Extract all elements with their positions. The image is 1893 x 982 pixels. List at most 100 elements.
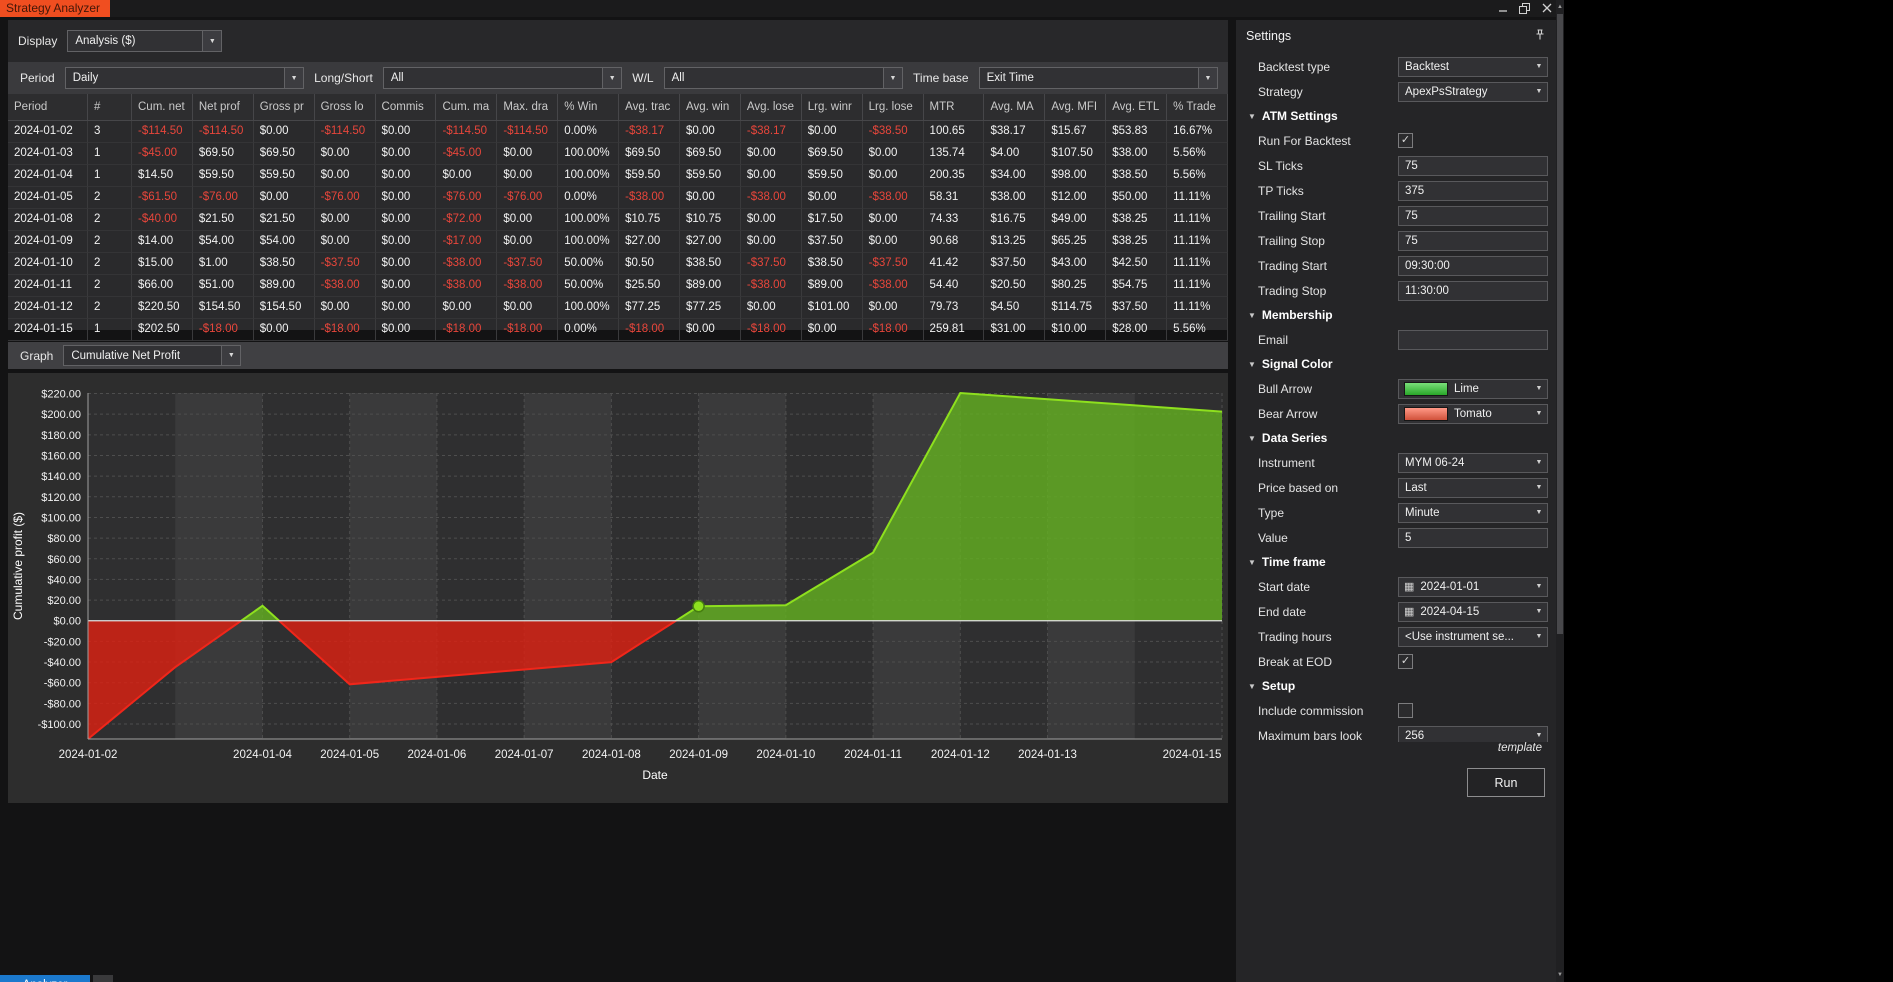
table-cell: $31.00 [984, 319, 1046, 341]
setting-label: Bear Arrow [1258, 406, 1318, 421]
minimize-button[interactable] [1496, 2, 1509, 14]
add-tab-button[interactable]: + [93, 975, 113, 982]
column-header-gross-pr[interactable]: Gross pr [253, 94, 315, 121]
table-cell: 100.00% [558, 143, 620, 165]
tab-analyzer[interactable]: Analyzer [0, 975, 90, 982]
trailing-stop-input[interactable] [1398, 230, 1548, 251]
column-header-max-dra[interactable]: Max. dra [497, 94, 559, 121]
section-setup[interactable]: ▼ Setup [1236, 674, 1556, 698]
table-row[interactable]: 2024-01-15 1 $202.50 -$18.00 $0.00 -$18.00 $0.… [8, 319, 1228, 341]
table-row[interactable]: 2024-01-03 1 -$45.00 $69.50 $69.50 $0.00 $0.00… [8, 143, 1228, 165]
section-data-series[interactable]: ▼ Data Series [1236, 426, 1556, 450]
table-row[interactable]: 2024-01-11 2 $66.00 $51.00 $89.00 -$38.00 $0.0… [8, 275, 1228, 297]
table-cell: 50.00% [558, 275, 620, 297]
run-for-backtest-checkbox[interactable]: ✓ [1398, 133, 1413, 148]
column-header-avg-mfi[interactable]: Avg. MFI [1045, 94, 1107, 121]
table-row[interactable]: 2024-01-12 2 $220.50 $154.50 $154.50 $0.00 $0.… [8, 297, 1228, 319]
graph-select[interactable]: Cumulative Net Profit ▼ [63, 345, 242, 366]
table-row[interactable]: 2024-01-09 2 $14.00 $54.00 $54.00 $0.00 $0.00-… [8, 231, 1228, 253]
run-button[interactable]: Run [1467, 768, 1545, 797]
table-cell: $69.50 [253, 143, 315, 165]
column-header-period[interactable]: Period [8, 94, 88, 121]
table-row[interactable]: 2024-01-10 2 $15.00 $1.00 $38.50 -$37.50 $0.00… [8, 253, 1228, 275]
table-row[interactable]: 2024-01-04 1 $14.50 $59.50 $59.50 $0.00 $0.00 $… [8, 165, 1228, 187]
type-select[interactable]: Minute ▼ [1398, 502, 1548, 523]
include-commission-checkbox[interactable] [1398, 703, 1413, 718]
display-select[interactable]: Analysis ($) ▼ [67, 30, 223, 52]
table-cell: 74.33 [923, 209, 985, 231]
column-header-avg-trac[interactable]: Avg. trac [619, 94, 680, 121]
table-cell: $80.25 [1045, 275, 1107, 297]
window-title-tab[interactable]: Strategy Analyzer [0, 0, 111, 17]
restore-button[interactable] [1518, 2, 1531, 14]
table-cell: $27.00 [619, 231, 680, 253]
column-header-avg-etl[interactable]: Avg. ETL [1106, 94, 1168, 121]
table-cell: 16.67% [1167, 121, 1228, 143]
period-select[interactable]: Daily ▼ [64, 67, 305, 89]
column-header-avg-win[interactable]: Avg. win [680, 94, 741, 121]
chevron-down-icon: ▼ [1535, 459, 1543, 466]
column-header-gross-lo[interactable]: Gross lo [314, 94, 376, 121]
backtest-type-select[interactable]: Backtest ▼ [1398, 56, 1548, 77]
column-header-lrg-lose[interactable]: Lrg. lose [862, 94, 924, 121]
close-button[interactable] [1540, 2, 1553, 14]
column-header-avg-ma[interactable]: Avg. MA [984, 94, 1046, 121]
section-time-frame[interactable]: ▼ Time frame [1236, 550, 1556, 574]
time-base-select[interactable]: Exit Time ▼ [978, 67, 1219, 89]
value-input[interactable] [1398, 527, 1548, 548]
settings-scrollbar[interactable]: ▲ ▼ [1556, 0, 1564, 982]
maximum-bars-look-select[interactable]: 256 ▼ [1398, 725, 1548, 742]
scrollbar-thumb[interactable] [1557, 14, 1563, 634]
price-based-on-select[interactable]: Last ▼ [1398, 477, 1548, 498]
pin-button[interactable] [1534, 29, 1546, 44]
bear-arrow-select[interactable]: Tomato ▼ [1398, 403, 1548, 424]
trading-start-input[interactable] [1398, 255, 1548, 276]
column-header-[interactable]: # [88, 94, 132, 121]
tp-ticks-input[interactable] [1398, 180, 1548, 201]
column-header-win[interactable]: % Win [558, 94, 620, 121]
section-membership[interactable]: ▼ Membership [1236, 303, 1556, 327]
start-date-select[interactable]: ▦ 2024-01-01 ▼ [1398, 576, 1548, 597]
section-atm-settings[interactable]: ▼ ATM Settings [1236, 104, 1556, 128]
column-header-trade[interactable]: % Trade [1167, 94, 1228, 121]
trailing-start-input[interactable] [1398, 205, 1548, 226]
svg-text:Cumulative profit ($): Cumulative profit ($) [11, 512, 25, 620]
instrument-select[interactable]: MYM 06-24 ▼ [1398, 452, 1548, 473]
trading-hours-select[interactable]: <Use instrument se... ▼ [1398, 626, 1548, 647]
table-row[interactable]: 2024-01-05 2 -$61.50 -$76.00 $0.00 -$76.00 $0.… [8, 187, 1228, 209]
trading-stop-input[interactable] [1398, 280, 1548, 301]
table-row[interactable]: 2024-01-08 2 -$40.00 $21.50 $21.50 $0.00 $0.00… [8, 209, 1228, 231]
table-cell: $4.50 [984, 297, 1046, 319]
wl-select[interactable]: All ▼ [663, 67, 904, 89]
analysis-table: Period # Cum. net Net prof Gross pr Gross lo C… [8, 94, 1228, 341]
table-cell: 100.00% [558, 165, 620, 187]
section-signal-color[interactable]: ▼ Signal Color [1236, 352, 1556, 376]
column-header-commis[interactable]: Commis [375, 94, 437, 121]
column-header-lrg-winr[interactable]: Lrg. winr [801, 94, 863, 121]
bull-arrow-select[interactable]: Lime ▼ [1398, 378, 1548, 399]
column-header-mtr[interactable]: MTR [923, 94, 985, 121]
scroll-up-arrow-icon[interactable]: ▲ [1556, 1, 1564, 13]
end-date-select[interactable]: ▦ 2024-04-15 ▼ [1398, 601, 1548, 622]
chevron-down-icon: ▼ [1198, 68, 1218, 88]
table-cell: 200.35 [923, 165, 985, 187]
table-cell: -$38.00 [740, 275, 802, 297]
restore-icon [1519, 2, 1530, 14]
chevron-down-icon: ▼ [1535, 410, 1543, 417]
strategy-analyzer-window: Strategy Analyzer Display Analysis ($) ▼ [0, 0, 1564, 982]
sl-ticks-input[interactable] [1398, 155, 1548, 176]
setting-row-price-based-on: Price based on Last ▼ [1236, 475, 1556, 500]
table-cell: 2024-01-11 [8, 275, 88, 297]
column-header-cum-net[interactable]: Cum. net [132, 94, 193, 121]
column-header-avg-lose[interactable]: Avg. lose [740, 94, 802, 121]
long-short-select[interactable]: All ▼ [382, 67, 623, 89]
analysis-panel: Display Analysis ($) ▼ Period Daily ▼ Lo… [8, 20, 1228, 341]
break-at-eod-checkbox[interactable]: ✓ [1398, 654, 1413, 669]
scroll-down-arrow-icon[interactable]: ▼ [1556, 969, 1564, 981]
email-input[interactable] [1398, 329, 1548, 350]
setting-label: TP Ticks [1258, 183, 1304, 198]
strategy-select[interactable]: ApexPsStrategy ▼ [1398, 81, 1548, 102]
table-row[interactable]: 2024-01-02 3 -$114.50 -$114.50 $0.00 -$114.50… [8, 121, 1228, 143]
column-header-cum-ma[interactable]: Cum. ma [436, 94, 498, 121]
column-header-net-prof[interactable]: Net prof [192, 94, 254, 121]
